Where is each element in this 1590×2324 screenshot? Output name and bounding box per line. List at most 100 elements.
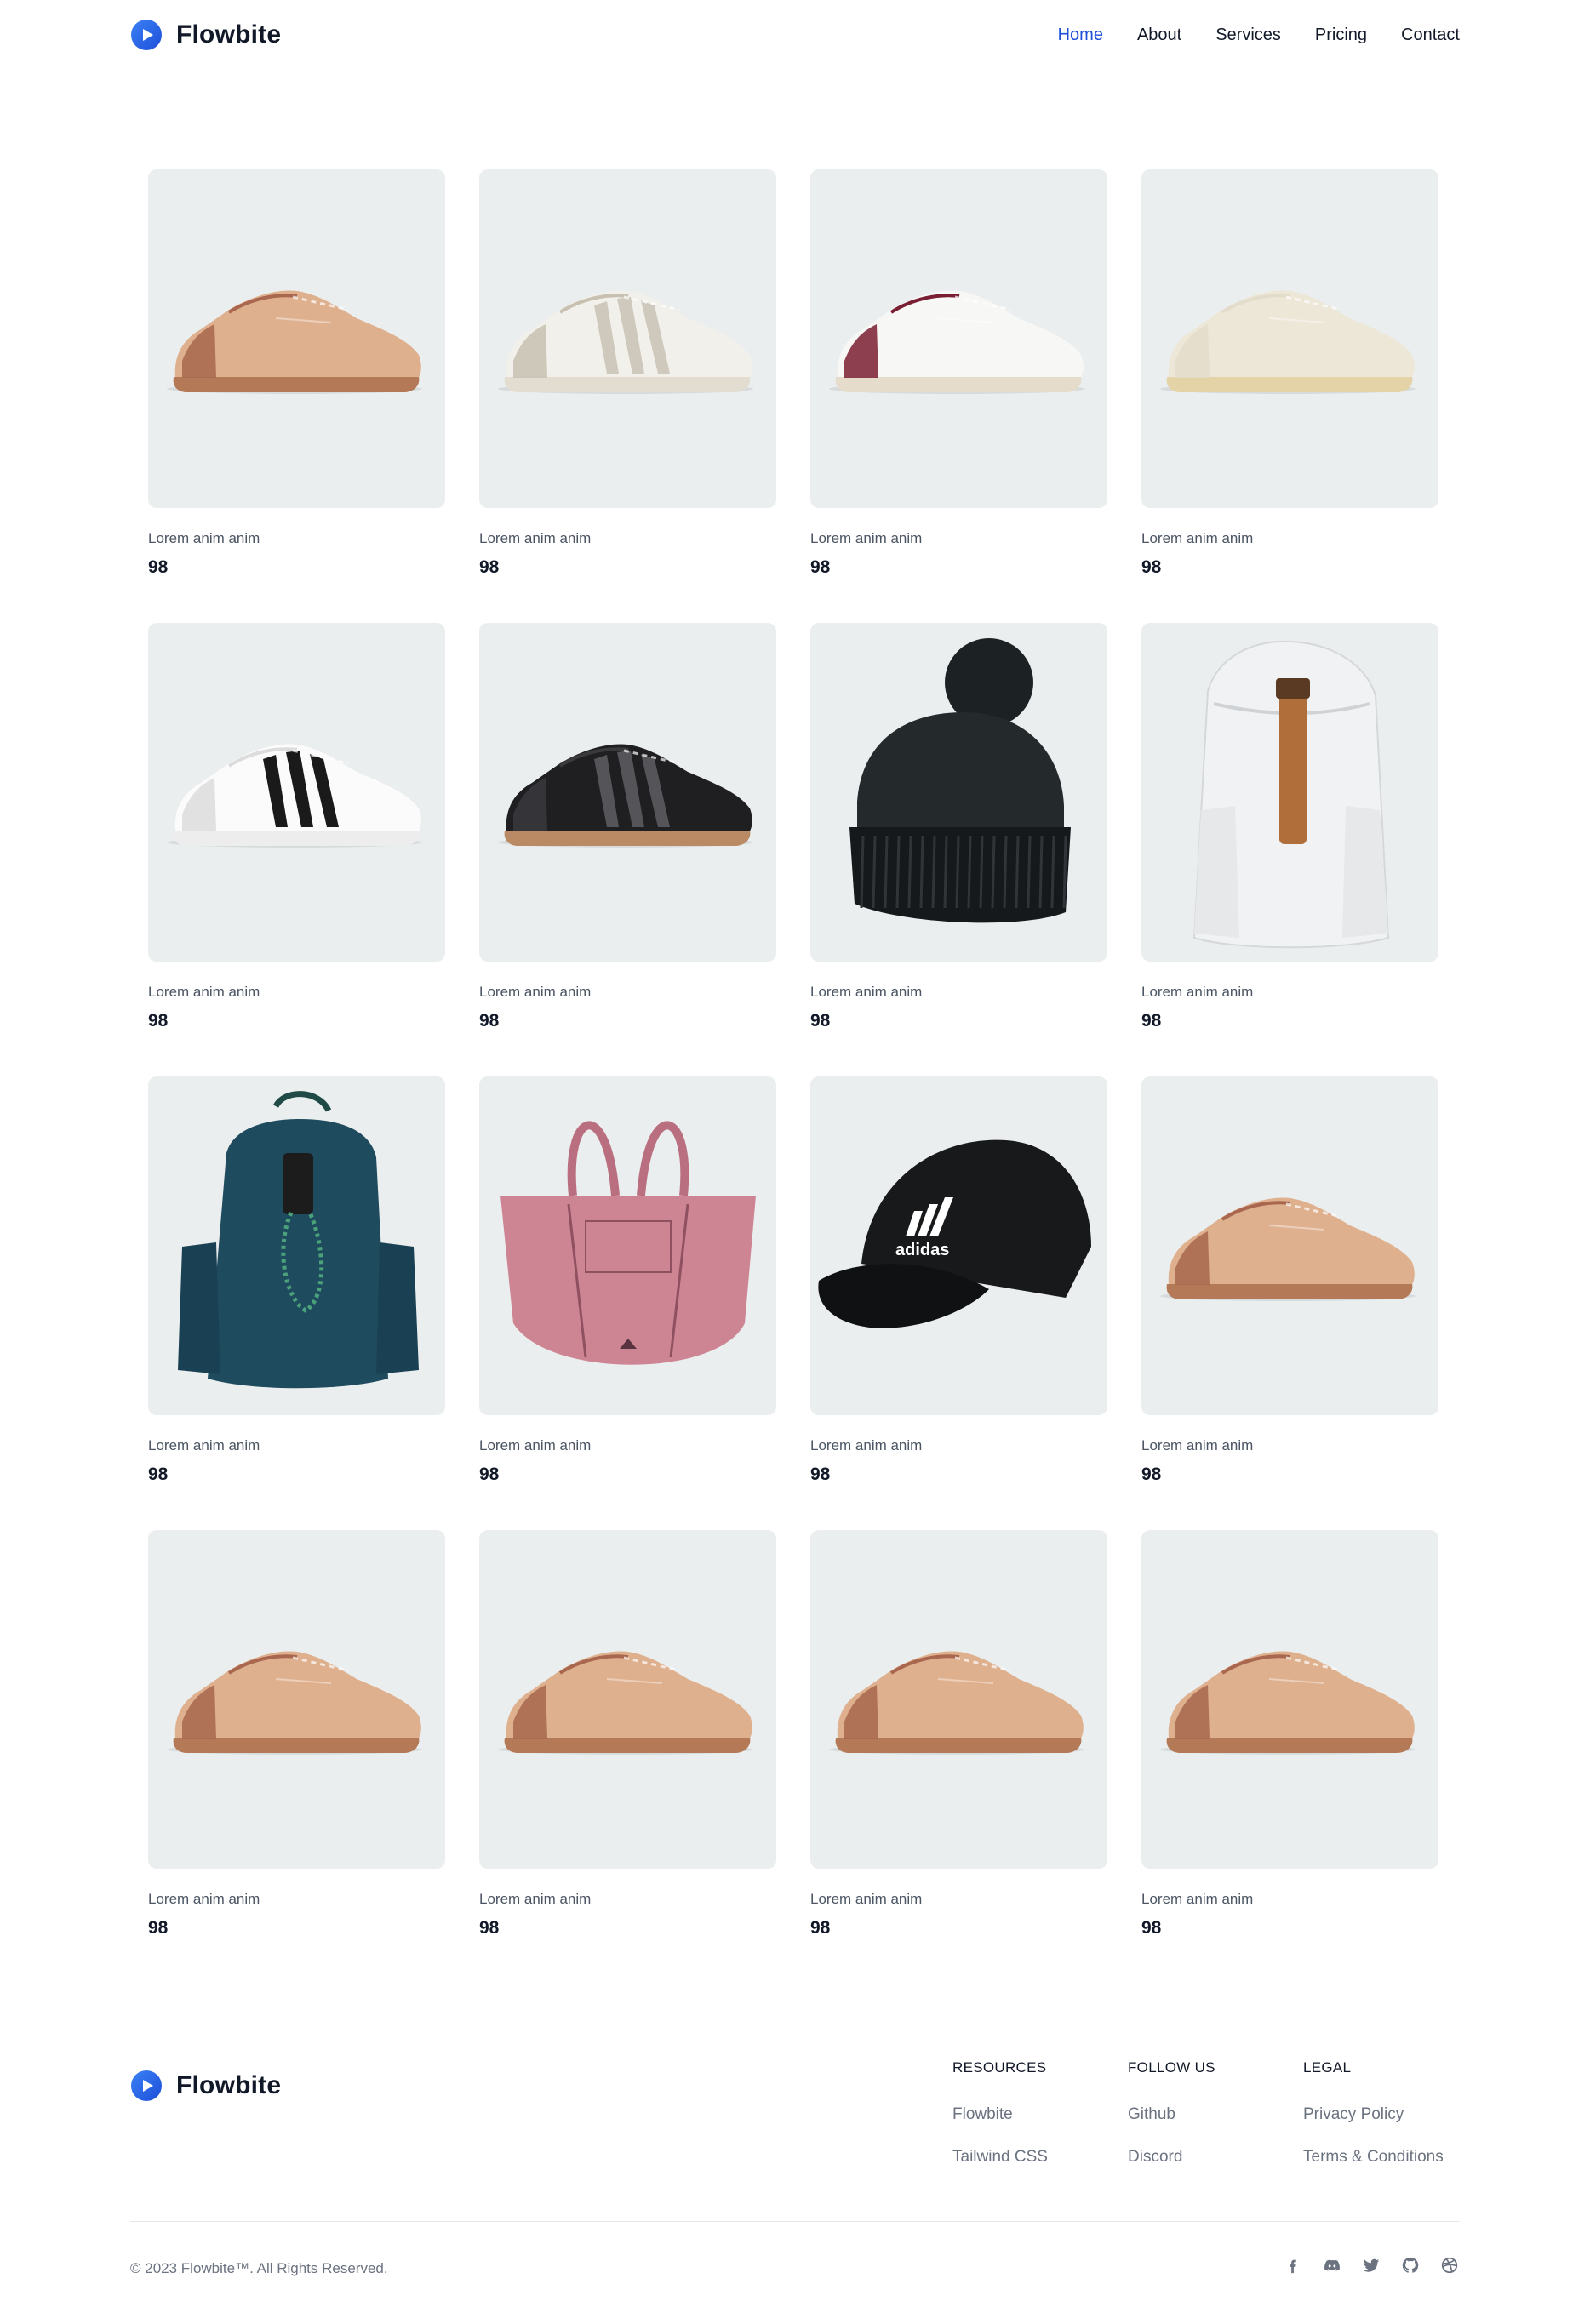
product-card[interactable]: Lorem anim anim 98 (810, 169, 1107, 623)
product-card[interactable]: Lorem anim anim 98 (1141, 1076, 1438, 1530)
footer-col-follow: Follow us Github Discord (1128, 2059, 1303, 2167)
product-title: Lorem anim anim (810, 530, 923, 546)
product-price: 98 (479, 1011, 500, 1031)
product-price: 98 (148, 1918, 169, 1938)
product-title: Lorem anim anim (148, 1437, 260, 1453)
discord-icon[interactable] (1322, 2255, 1342, 2275)
product-price: 98 (148, 1465, 169, 1484)
product-image[interactable] (148, 623, 445, 962)
product-price: 98 (810, 1465, 831, 1484)
product-image[interactable] (810, 623, 1107, 962)
product-card[interactable]: Lorem anim anim 98 (148, 1076, 445, 1530)
product-card[interactable]: Lorem anim anim 98 (479, 1076, 776, 1530)
nav-link-pricing[interactable]: Pricing (1315, 26, 1367, 45)
product-image[interactable] (148, 1530, 445, 1869)
product-title: Lorem anim anim (1141, 530, 1254, 546)
footer-brand-link[interactable]: Flowbite (130, 2070, 281, 2102)
product-price: 98 (810, 557, 831, 577)
product-image[interactable] (1141, 1530, 1438, 1869)
product-price: 98 (148, 557, 169, 577)
product-price: 98 (479, 1465, 500, 1484)
product-image[interactable] (479, 169, 776, 508)
product-card[interactable]: Lorem anim anim 98 (1141, 1530, 1438, 1984)
nav-links: Home About Services Pricing Contact (1058, 26, 1460, 45)
product-title: Lorem anim anim (148, 984, 260, 1000)
product-title: Lorem anim anim (810, 1891, 923, 1907)
footer-link-github[interactable]: Github (1128, 2105, 1303, 2124)
product-card[interactable]: adidas Lorem anim anim 98 (810, 1076, 1107, 1530)
product-card[interactable]: Lorem anim anim 98 (810, 1530, 1107, 1984)
footer-heading: Legal (1303, 2059, 1352, 2076)
product-title: Lorem anim anim (148, 530, 260, 546)
product-price: 98 (810, 1918, 831, 1938)
product-image[interactable] (148, 1076, 445, 1415)
product-image[interactable]: adidas (810, 1076, 1107, 1415)
product-price: 98 (1141, 1465, 1162, 1484)
footer-link-privacy[interactable]: Privacy Policy (1303, 2105, 1465, 2124)
product-title: Lorem anim anim (479, 530, 592, 546)
footer-divider (130, 2221, 1460, 2222)
nav-link-services[interactable]: Services (1215, 26, 1281, 45)
product-card[interactable]: Lorem anim anim 98 (479, 623, 776, 1076)
product-title: Lorem anim anim (810, 1437, 923, 1453)
footer-heading: Resources (952, 2059, 1047, 2076)
copyright-text: © 2023 Flowbite™. All Rights Reserved. (130, 2260, 388, 2276)
product-card[interactable]: Lorem anim anim 98 (148, 623, 445, 1076)
product-price: 98 (479, 1918, 500, 1938)
nav-link-home[interactable]: Home (1058, 26, 1103, 45)
dribbble-icon[interactable] (1439, 2255, 1460, 2275)
product-price: 98 (810, 1011, 831, 1031)
svg-text:adidas: adidas (895, 1241, 949, 1259)
brand-link[interactable]: Flowbite (130, 19, 281, 51)
product-price: 98 (1141, 1011, 1162, 1031)
product-card[interactable]: Lorem anim anim 98 (148, 1530, 445, 1984)
nav-link-about[interactable]: About (1137, 26, 1181, 45)
footer-link-terms[interactable]: Terms & Conditions (1303, 2148, 1465, 2167)
brand-name: Flowbite (176, 20, 282, 49)
product-title: Lorem anim anim (479, 984, 592, 1000)
footer-link-discord[interactable]: Discord (1128, 2148, 1303, 2167)
footer-link-tailwind[interactable]: Tailwind CSS (952, 2148, 1128, 2167)
footer-col-resources: Resources Flowbite Tailwind CSS (952, 2059, 1128, 2167)
product-title: Lorem anim anim (479, 1437, 592, 1453)
product-image[interactable] (479, 1076, 776, 1415)
product-card[interactable]: Lorem anim anim 98 (810, 623, 1107, 1076)
flowbite-logo-icon (131, 20, 162, 50)
navbar: Flowbite Home About Services Pricing Con… (130, 15, 1460, 54)
product-price: 98 (1141, 1918, 1162, 1938)
product-image[interactable] (810, 1530, 1107, 1869)
product-title: Lorem anim anim (479, 1891, 592, 1907)
product-card[interactable]: Lorem anim anim 98 (479, 169, 776, 623)
footer-link-flowbite[interactable]: Flowbite (952, 2105, 1128, 2124)
product-title: Lorem anim anim (1141, 1891, 1254, 1907)
product-price: 98 (479, 557, 500, 577)
product-image[interactable] (479, 1530, 776, 1869)
twitter-icon[interactable] (1361, 2255, 1381, 2275)
product-card[interactable]: Lorem anim anim 98 (479, 1530, 776, 1984)
facebook-icon[interactable] (1283, 2255, 1303, 2275)
product-grid: Lorem anim anim 98 Lorem anim anim 98 Lore… (148, 169, 1440, 1984)
footer-columns: Resources Flowbite Tailwind CSS Follow u… (952, 2059, 1465, 2167)
product-card[interactable]: Lorem anim anim 98 (1141, 169, 1438, 623)
product-price: 98 (148, 1011, 169, 1031)
github-icon[interactable] (1400, 2255, 1421, 2275)
product-image[interactable] (1141, 1076, 1438, 1415)
product-image[interactable] (1141, 169, 1438, 508)
product-title: Lorem anim anim (1141, 984, 1254, 1000)
footer-brand-name: Flowbite (176, 2071, 282, 2099)
nav-link-contact[interactable]: Contact (1401, 26, 1460, 45)
product-price: 98 (1141, 557, 1162, 577)
product-title: Lorem anim anim (1141, 1437, 1254, 1453)
footer-col-legal: Legal Privacy Policy Terms & Conditions (1303, 2059, 1465, 2167)
product-image[interactable] (810, 169, 1107, 508)
product-image[interactable] (479, 623, 776, 962)
footer-heading: Follow us (1128, 2059, 1215, 2076)
product-title: Lorem anim anim (810, 984, 923, 1000)
product-title: Lorem anim anim (148, 1891, 260, 1907)
product-card[interactable]: Lorem anim anim 98 (148, 169, 445, 623)
product-card[interactable]: Lorem anim anim 98 (1141, 623, 1438, 1076)
product-image[interactable] (148, 169, 445, 508)
social-links (1283, 2255, 1460, 2275)
flowbite-logo-icon (131, 2070, 162, 2101)
product-image[interactable] (1141, 623, 1438, 962)
